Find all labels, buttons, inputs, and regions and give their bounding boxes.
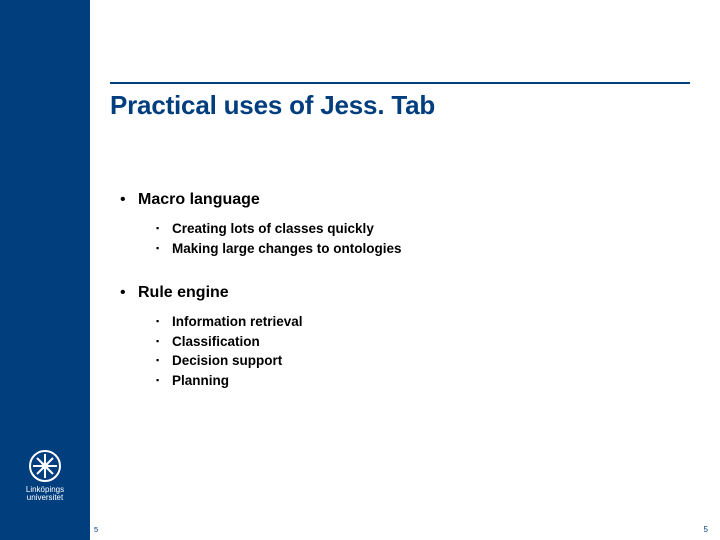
slide-title: Practical uses of Jess. Tab [110,90,720,121]
footer-slide-number-left: 5 [94,525,98,534]
title-rule [110,82,690,84]
bullet-level1: • Rule engine [120,284,670,302]
bullet-square-icon: ▪ [156,351,172,367]
bullet-level1: • Macro language [120,191,670,209]
bullet-square-icon: ▪ [156,239,172,255]
content-area: Practical uses of Jess. Tab • Macro lang… [110,0,720,540]
bullet-square-icon: ▪ [156,332,172,348]
bullet-label: Macro language [138,191,260,209]
seal-icon [27,448,63,484]
bullet-dot-icon: • [120,284,138,302]
bullet-text: Creating lots of classes quickly [172,219,374,239]
bullet-level2: ▪ Classification [156,332,670,352]
bullet-square-icon: ▪ [156,371,172,387]
title-block: Practical uses of Jess. Tab [110,0,720,121]
bullet-label: Rule engine [138,284,229,302]
sublist: ▪ Creating lots of classes quickly ▪ Mak… [156,219,670,258]
bullet-dot-icon: • [120,191,138,209]
footer-slide-number-right: 5 [704,525,708,534]
bullet-level2: ▪ Decision support [156,351,670,371]
bullet-text: Classification [172,332,260,352]
footer-source: Jess. Tab Tutorial 2006 [4,525,81,534]
bullet-text: Information retrieval [172,312,303,332]
university-name: Linköpings universitet [8,486,82,502]
body: • Macro language ▪ Creating lots of clas… [110,121,670,390]
bullet-text: Making large changes to ontologies [172,239,402,259]
bullet-text: Planning [172,371,229,391]
slide: Linköpings universitet Practical uses of… [0,0,720,540]
sublist: ▪ Information retrieval ▪ Classification… [156,312,670,390]
bullet-level2: ▪ Making large changes to ontologies [156,239,670,259]
bullet-square-icon: ▪ [156,219,172,235]
bullet-level2: ▪ Planning [156,371,670,391]
bullet-level2: ▪ Information retrieval [156,312,670,332]
sidebar: Linköpings universitet [0,0,90,540]
bullet-text: Decision support [172,351,282,371]
university-logo-block: Linköpings universitet [8,448,82,502]
bullet-square-icon: ▪ [156,312,172,328]
bullet-level2: ▪ Creating lots of classes quickly [156,219,670,239]
